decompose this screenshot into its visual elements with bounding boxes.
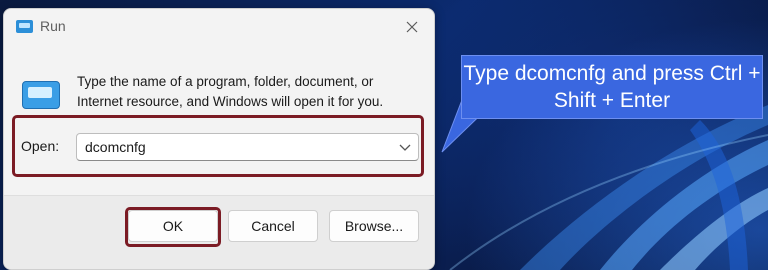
dialog-description: Type the name of a program, folder, docu…	[77, 74, 384, 109]
open-combobox[interactable]	[76, 133, 419, 161]
close-icon	[406, 21, 418, 33]
open-label: Open:	[21, 138, 60, 154]
open-input[interactable]	[85, 138, 385, 156]
run-dialog: Run Type the name of a program, folder, …	[3, 8, 435, 270]
close-button[interactable]	[400, 15, 424, 39]
chevron-down-icon[interactable]	[398, 141, 412, 153]
instruction-callout: Type dcomcnfg and press Ctrl + Shift + E…	[461, 55, 763, 119]
title-bar: Run	[4, 9, 434, 45]
callout-text: Type dcomcnfg and press Ctrl + Shift + E…	[463, 62, 761, 112]
run-icon	[16, 20, 33, 33]
browse-button[interactable]: Browse...	[329, 210, 419, 242]
run-program-icon	[22, 81, 60, 109]
ok-button[interactable]: OK	[128, 210, 218, 242]
cancel-button[interactable]: Cancel	[228, 210, 318, 242]
window-title: Run	[40, 18, 66, 34]
